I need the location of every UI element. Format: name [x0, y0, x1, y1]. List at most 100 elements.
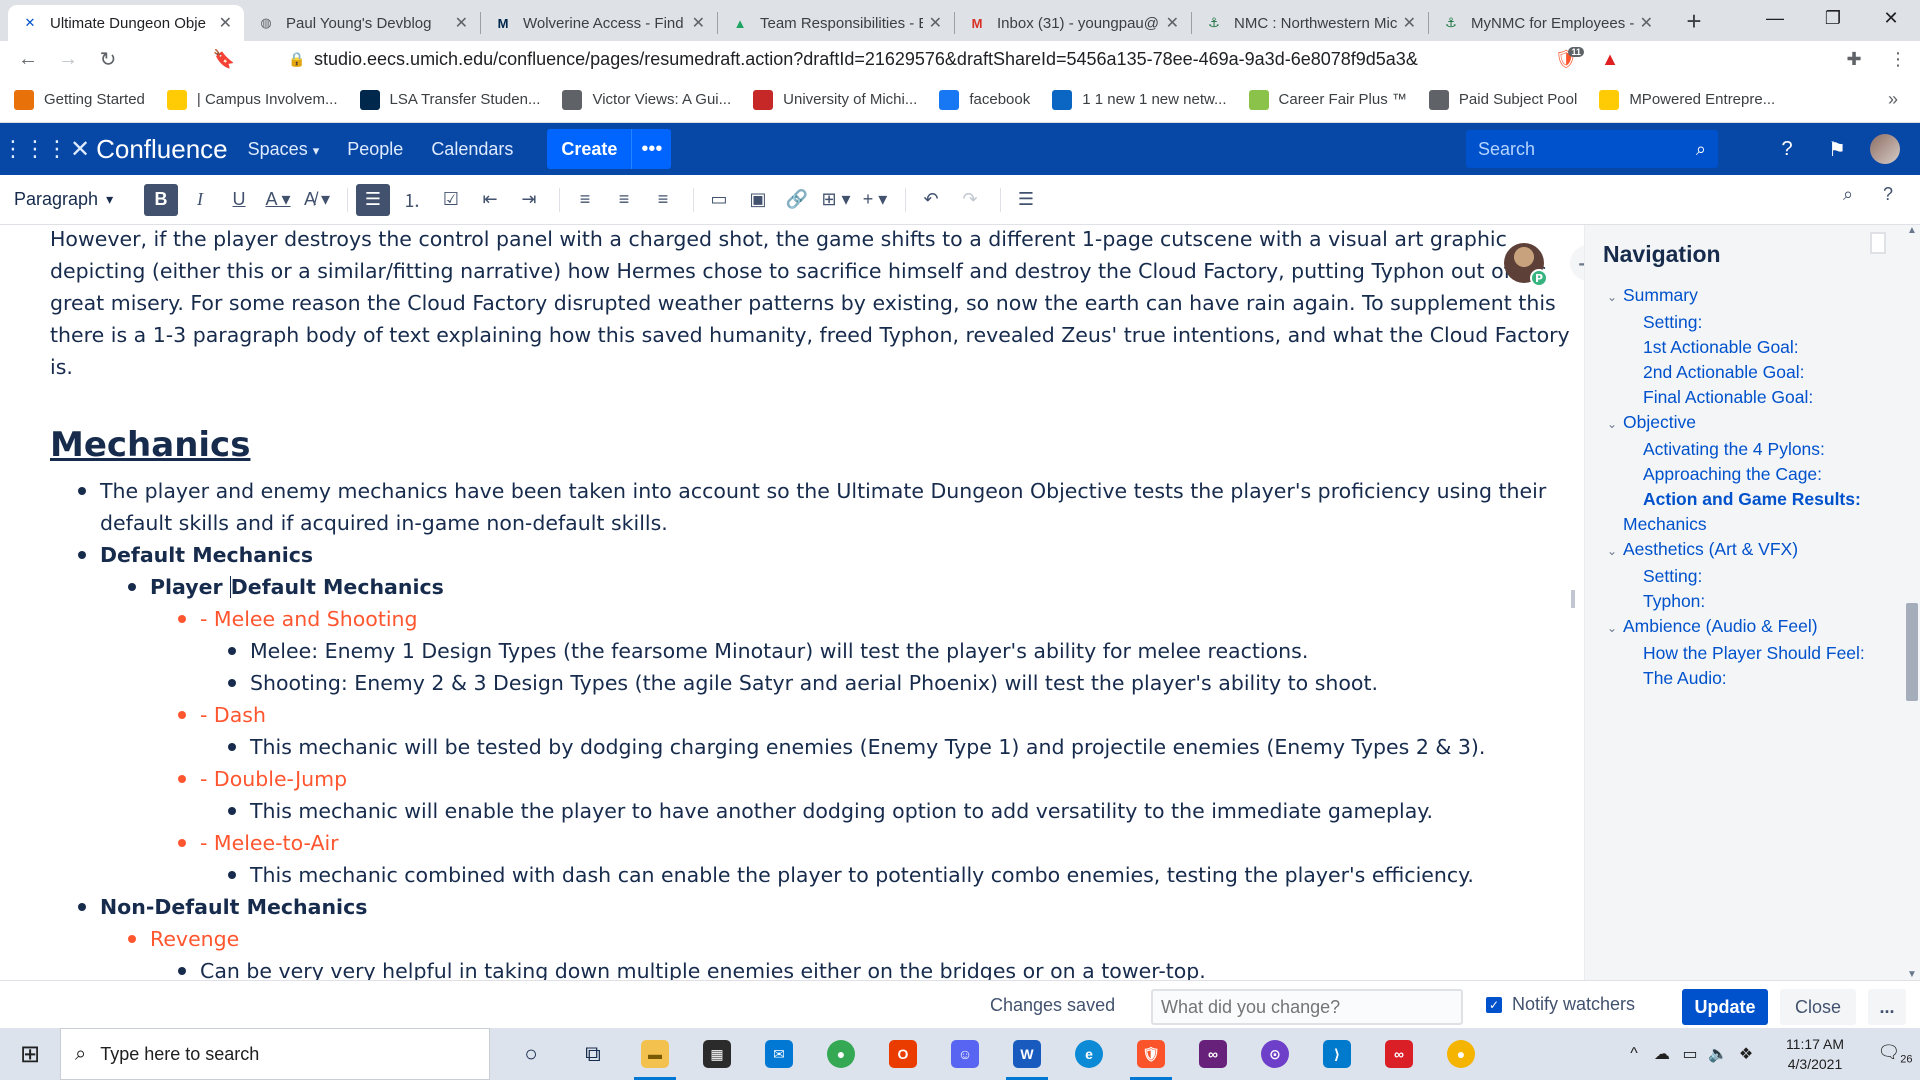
close-tab-icon[interactable]: ✕: [929, 13, 942, 33]
notify-watchers-checkbox[interactable]: ✓ Notify watchers: [1486, 994, 1635, 1015]
document-body[interactable]: However, if the player destroys the cont…: [50, 225, 1584, 980]
cortana-icon[interactable]: ○: [500, 1028, 562, 1080]
help-icon[interactable]: ?: [1762, 138, 1812, 161]
file-explorer-icon[interactable]: ▬: [624, 1028, 686, 1080]
chrome-icon[interactable]: ●: [810, 1028, 872, 1080]
editor-help-icon[interactable]: ?: [1868, 184, 1908, 205]
chevron-up-icon[interactable]: ^: [1620, 1045, 1648, 1063]
navigation-scroll-handle[interactable]: [1870, 232, 1886, 254]
confluence-logo[interactable]: ✕ Confluence: [70, 134, 228, 165]
bookmark-item[interactable]: MPowered Entrepre...: [1599, 89, 1775, 110]
browser-tab[interactable]: ▲ Team Responsibilities - ENTR ✕: [718, 5, 954, 41]
onedrive-icon[interactable]: ☁: [1648, 1044, 1676, 1064]
close-window-icon[interactable]: ✕: [1862, 0, 1920, 36]
mail-icon[interactable]: ✉: [748, 1028, 810, 1080]
bookmark-item[interactable]: University of Michi...: [753, 89, 917, 110]
redo-icon[interactable]: ↷: [953, 184, 987, 216]
page-properties-icon[interactable]: ☰: [1009, 184, 1043, 216]
browser-tab[interactable]: M Wolverine Access - Find & F ✕: [481, 5, 717, 41]
nav-item[interactable]: Setting:: [1607, 310, 1865, 335]
vscode-icon[interactable]: ⟩: [1306, 1028, 1368, 1080]
extensions-icon[interactable]: ✚: [1832, 49, 1876, 70]
chevron-down-icon[interactable]: ⌄: [1607, 539, 1623, 564]
nav-calendars[interactable]: Calendars: [431, 139, 513, 160]
browser-menu-icon[interactable]: ⋮: [1876, 49, 1920, 70]
browser-tab[interactable]: ✕ Ultimate Dungeon Obje ✕: [8, 5, 244, 41]
find-icon[interactable]: ⌕: [1828, 184, 1868, 205]
browser-tab[interactable]: ◍ Paul Young's Devblog ✕: [244, 5, 480, 41]
panel-resize-handle[interactable]: [1571, 590, 1575, 608]
nav-item[interactable]: ⌄ Summary: [1607, 283, 1865, 310]
chevron-down-icon[interactable]: ⌄: [1607, 285, 1623, 310]
underline-icon[interactable]: U: [222, 184, 256, 216]
image-icon[interactable]: ▣: [741, 184, 775, 216]
close-tab-icon[interactable]: ✕: [692, 13, 705, 33]
nav-item[interactable]: Activating the 4 Pylons:: [1607, 437, 1865, 462]
bookmarks-overflow-icon[interactable]: »: [1888, 89, 1898, 110]
table-icon[interactable]: ⊞ ▾: [819, 184, 853, 216]
intro-paragraph[interactable]: However, if the player destroys the cont…: [50, 225, 1570, 383]
brave-icon[interactable]: 🛡: [1120, 1028, 1182, 1080]
header-search[interactable]: Search ⌕: [1466, 130, 1718, 168]
page-layout-icon[interactable]: ▭: [702, 184, 736, 216]
nav-item[interactable]: Setting:: [1607, 564, 1865, 589]
close-tab-icon[interactable]: ✕: [455, 13, 468, 33]
italic-icon[interactable]: I: [183, 184, 217, 216]
align-left-icon[interactable]: ≡: [568, 184, 602, 216]
mechanic-detail[interactable]: Shooting: Enemy 2 & 3 Design Types (the …: [228, 667, 1570, 699]
forward-icon[interactable]: →: [48, 48, 88, 71]
browser-tab[interactable]: ⚓ MyNMC for Employees - Ho ✕: [1429, 5, 1665, 41]
brave-shield-icon[interactable]: 🛡 11: [1544, 46, 1588, 70]
more-options-button[interactable]: ...: [1868, 989, 1906, 1025]
nav-item[interactable]: Typhon:: [1607, 589, 1865, 614]
nav-spaces[interactable]: Spaces ▾: [248, 139, 320, 160]
indent-icon[interactable]: ⇥: [512, 184, 546, 216]
non-default-section[interactable]: Revenge Can be very very helpful in takin…: [128, 923, 1570, 980]
text-color-icon[interactable]: A ▾: [261, 184, 295, 216]
volume-icon[interactable]: 🔈: [1704, 1044, 1732, 1064]
mechanic-detail[interactable]: Melee: Enemy 1 Design Types (the fearsom…: [228, 635, 1570, 667]
bookmark-item[interactable]: Career Fair Plus ™: [1248, 89, 1407, 110]
outdent-icon[interactable]: ⇤: [473, 184, 507, 216]
bookmark-item[interactable]: 1 1 new 1 new netw...: [1052, 89, 1227, 110]
taskbar-search[interactable]: ⌕ Type here to search: [60, 1028, 490, 1080]
store-icon[interactable]: ▦: [686, 1028, 748, 1080]
mechanic-section[interactable]: - Dash This mechanic will be tested by do…: [178, 699, 1570, 763]
bullet-list-icon[interactable]: ☰: [356, 183, 390, 216]
windows-start-icon[interactable]: ⊞: [0, 1040, 60, 1069]
insert-more-icon[interactable]: + ▾: [858, 184, 892, 216]
word-icon[interactable]: W: [996, 1028, 1058, 1080]
brave-rewards-icon[interactable]: ▲: [1588, 49, 1632, 70]
bold-icon[interactable]: B: [144, 183, 178, 216]
app-switcher-icon[interactable]: ⋮⋮⋮: [0, 136, 70, 162]
nav-item[interactable]: How the Player Should Feel:: [1607, 641, 1865, 666]
text-format-more-icon[interactable]: A̸ ▾: [300, 184, 334, 216]
create-button[interactable]: Create: [547, 129, 632, 169]
maximize-icon[interactable]: ❐: [1804, 0, 1862, 36]
bookmark-item[interactable]: LSA Transfer Studen...: [359, 89, 540, 110]
list-item[interactable]: The player and enemy mechanics have been…: [78, 475, 1570, 539]
numbered-list-icon[interactable]: ⒈: [395, 184, 429, 216]
task-list-icon[interactable]: ☑: [434, 184, 468, 216]
mechanic-section[interactable]: - Melee-to-Air This mechanic combined wit…: [178, 827, 1570, 891]
close-button[interactable]: Close: [1780, 989, 1856, 1025]
reload-icon[interactable]: ↻: [88, 47, 128, 72]
align-right-icon[interactable]: ≡: [646, 184, 680, 216]
bookmark-item[interactable]: Paid Subject Pool: [1428, 89, 1577, 110]
task-view-icon[interactable]: ⧉: [562, 1028, 624, 1080]
chevron-down-icon[interactable]: ⌄: [1607, 616, 1623, 641]
bookmark-item[interactable]: Victor Views: A Gui...: [562, 89, 731, 110]
mechanics-heading[interactable]: Mechanics: [50, 425, 1570, 465]
back-icon[interactable]: ←: [8, 48, 48, 71]
list-item[interactable]: Non-Default Mechanics Revenge Can be very…: [78, 891, 1570, 980]
chrome-canary-icon[interactable]: ●: [1430, 1028, 1492, 1080]
dropbox-icon[interactable]: ❖: [1732, 1044, 1760, 1064]
bookmark-item[interactable]: | Campus Involvem...: [166, 89, 338, 110]
chevron-down-icon[interactable]: ⌄: [1607, 412, 1623, 437]
close-tab-icon[interactable]: ✕: [1166, 13, 1179, 33]
change-comment-input[interactable]: [1151, 989, 1463, 1025]
close-tab-icon[interactable]: ✕: [219, 13, 232, 33]
mechanic-section[interactable]: - Melee and Shooting Melee: Enemy 1 Desig…: [178, 603, 1570, 699]
browser-tab[interactable]: ⚓ NMC : Northwestern Michig ✕: [1192, 5, 1428, 41]
scroll-down-icon[interactable]: ▼: [1904, 969, 1920, 980]
